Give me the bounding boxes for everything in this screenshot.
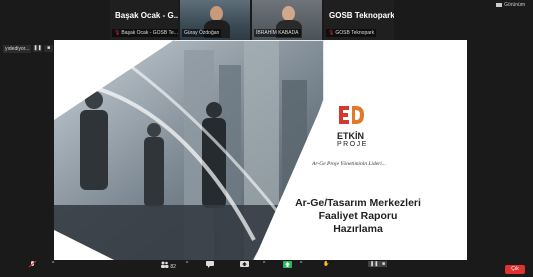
slide-title-line2: Faaliyet Raporu [318, 210, 398, 222]
participants-button[interactable]: 82 [160, 261, 176, 270]
share-active-options-button[interactable]: ^ [300, 261, 302, 267]
audio-options-button[interactable]: ^ [52, 261, 54, 267]
logo-text-line1: ETKİN [337, 131, 364, 141]
chat-button[interactable] [206, 261, 215, 268]
reactions-button[interactable]: ✋ [323, 261, 329, 267]
share-screen-button[interactable] [240, 261, 249, 268]
mic-muted-icon: 🎙 [328, 30, 335, 36]
participant-name-large: Başak Ocak - G... [115, 11, 178, 20]
stop-icon[interactable]: ■ [44, 45, 54, 52]
chevron-up-icon: ^ [186, 261, 189, 267]
pause-share-button[interactable]: ❚❚ [368, 261, 381, 267]
participant-label: 🎙GOSB Teknopark [326, 29, 377, 37]
leave-button[interactable]: Çık [505, 265, 525, 274]
participants-count: 82 [170, 264, 176, 270]
participant-tile-guray[interactable]: Güray Özdoğan [180, 0, 250, 40]
pause-icon: ❚❚ [368, 261, 381, 267]
hand-icon: ✋ [323, 261, 330, 267]
mute-button[interactable] [28, 261, 37, 268]
view-button[interactable]: Görünüm [496, 2, 525, 8]
chat-icon [206, 261, 214, 268]
participant-label: İBRAHİM KABADA [254, 29, 301, 37]
mic-muted-icon [28, 261, 37, 268]
slide-title: Ar-Ge/Tasarım Merkezleri Faaliyet Raporu… [278, 197, 438, 236]
chevron-up-icon: ^ [263, 261, 266, 267]
mic-muted-icon: 🎙 [114, 30, 121, 36]
share-options-button[interactable]: ^ [263, 261, 265, 267]
chevron-up-icon: ^ [300, 261, 303, 267]
share-screen-icon [240, 261, 249, 267]
participant-tile-gosb[interactable]: GOSB Teknopark 🎙GOSB Teknopark [324, 0, 394, 40]
stop-icon: ■ [380, 261, 388, 267]
participant-tile-ibrahim[interactable]: İBRAHİM KABADA [252, 0, 322, 40]
participant-label: Güray Özdoğan [182, 29, 222, 37]
participant-label: 🎙Başak Ocak - GOSB Te... [112, 29, 178, 37]
slide-tagline: Ar-Ge Proje Yönetiminin Lideri... [312, 161, 386, 167]
participant-tile-basak[interactable]: Başak Ocak - G... 🎙Başak Ocak - GOSB Te.… [110, 0, 178, 40]
share-active-button[interactable] [283, 261, 292, 268]
logo-text-line2: PROJE [337, 141, 368, 148]
etkin-logo-icon [339, 106, 364, 124]
shared-slide: ETKİN PROJE Ar-Ge Proje Yönetiminin Lide… [54, 40, 467, 260]
share-active-icon [283, 261, 292, 268]
share-status-text: yıdediyor... [3, 44, 32, 53]
chevron-up-icon: ^ [52, 261, 55, 267]
stop-share-button[interactable]: ■ [380, 261, 388, 267]
participant-name-large: GOSB Teknopark [329, 11, 394, 20]
participants-options-button[interactable]: ^ [186, 261, 188, 267]
slide-title-line1: Ar-Ge/Tasarım Merkezleri [295, 197, 421, 209]
participants-icon [161, 261, 169, 268]
meeting-toolbar: ^ 82 ^ ^ ^ ✋ ❚❚ ■ Çık [0, 260, 533, 277]
participants-strip: Başak Ocak - G... 🎙Başak Ocak - GOSB Te.… [0, 0, 533, 40]
company-logo: ETKİN PROJE [337, 104, 379, 149]
pause-icon[interactable]: ❚❚ [33, 45, 43, 52]
slide-title-line3: Hazırlama [333, 223, 383, 235]
share-status-bar: yıdediyor... ❚❚ ■ [3, 44, 54, 53]
grid-icon [496, 2, 503, 7]
